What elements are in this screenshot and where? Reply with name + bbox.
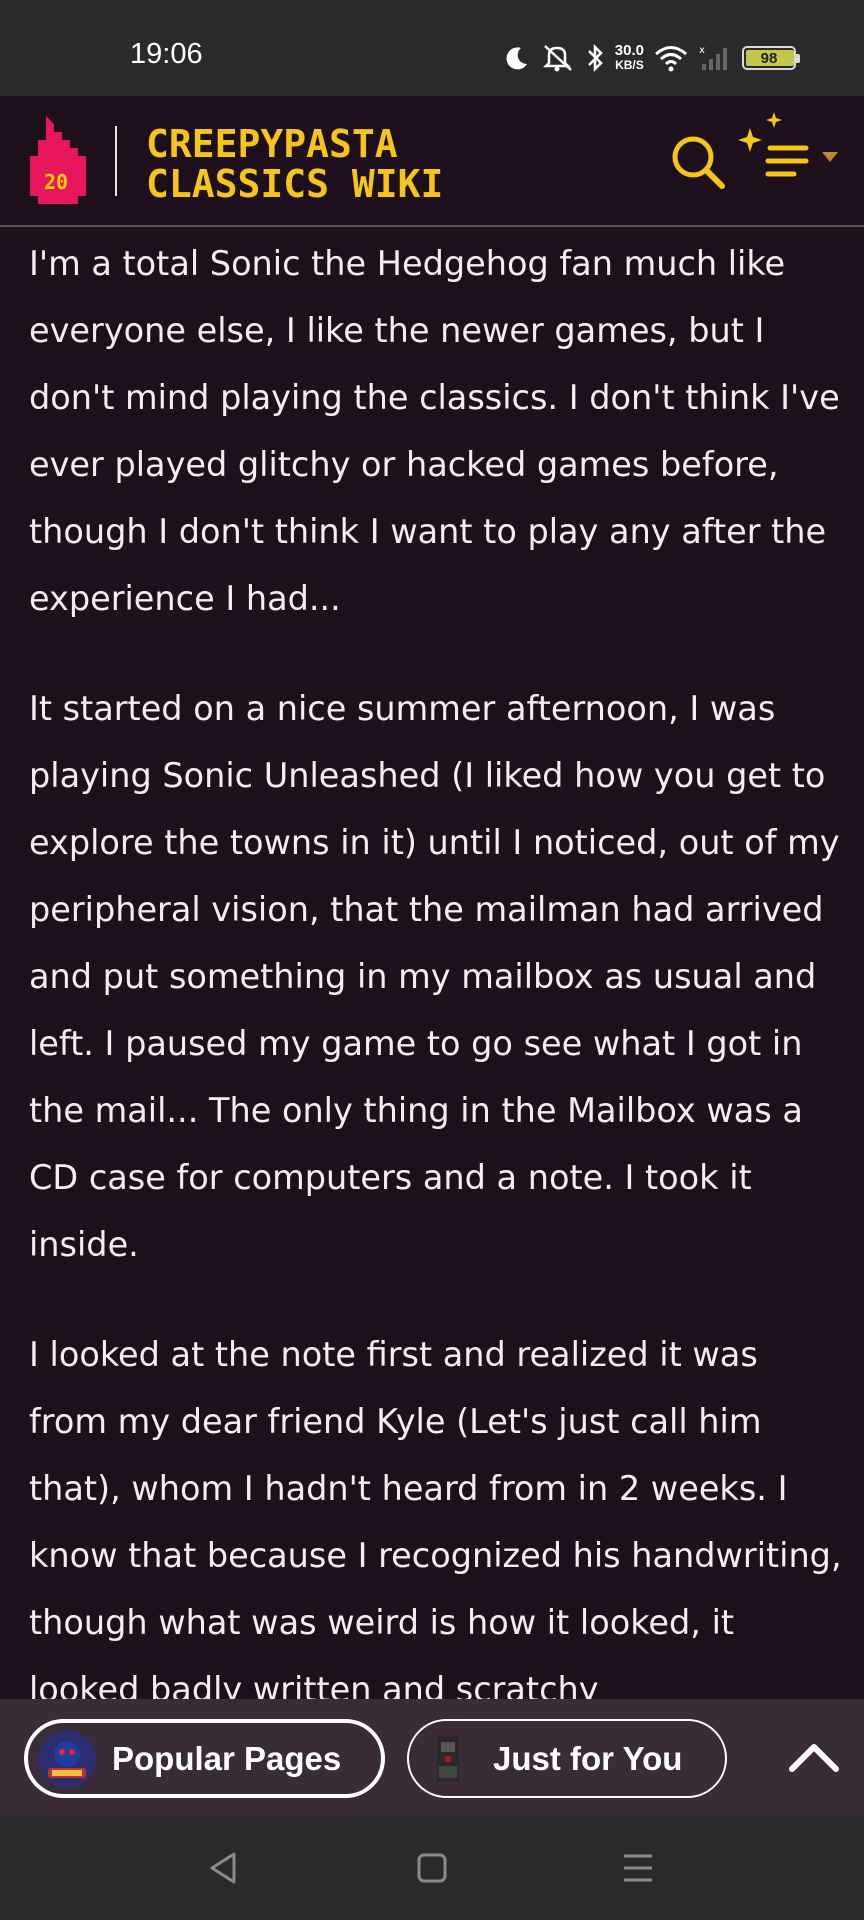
mute-icon [542, 45, 572, 72]
net-speed-value: 30.0 [614, 42, 644, 59]
flame-logo-icon [30, 116, 86, 204]
svg-text:x: x [699, 45, 705, 56]
status-icons: 30.0 KB/S x 98 [503, 38, 800, 78]
article-paragraph: I looked at the note first and realized … [29, 1335, 842, 1709]
popular-pages-label: Popular Pages [112, 1739, 342, 1777]
moon-icon [506, 47, 527, 70]
header-divider [115, 126, 117, 196]
nav-back-button[interactable] [202, 1846, 246, 1890]
search-icon [672, 136, 725, 189]
back-triangle-icon [210, 1852, 236, 1884]
home-square-icon [417, 1853, 447, 1883]
net-speed-unit: KB/S [615, 58, 644, 72]
article-paragraph: I'm a total Sonic the Hedgehog fan much … [29, 244, 840, 618]
wiki-title-line1: CREEPYPASTA [146, 122, 398, 166]
battery-nub [796, 54, 800, 63]
battery-indicator: 98 [742, 46, 800, 70]
scroll-to-top-button[interactable] [784, 1731, 844, 1781]
wiki-title[interactable]: CREEPYPASTA CLASSICS WIKI [146, 124, 443, 204]
wiki-title-line2: CLASSICS WIKI [146, 162, 444, 206]
just-for-you-thumbnail-image [419, 1729, 477, 1788]
battery-level: 98 [760, 49, 778, 67]
sparkle-menu-icon [738, 112, 838, 177]
menu-button[interactable] [734, 112, 844, 192]
wiki-header: 20 CREEPYPASTA CLASSICS WIKI [0, 96, 864, 227]
wifi-icon [655, 46, 687, 72]
bottom-bar: Popular Pages Just for You [0, 1699, 864, 1816]
system-nav-bar [0, 1816, 864, 1920]
wiki-logo[interactable]: 20 [26, 116, 90, 208]
signal-icon: x [699, 45, 727, 70]
just-for-you-thumbnail [419, 1729, 477, 1788]
search-button[interactable] [668, 132, 728, 192]
network-speed: 30.0 KB/S [614, 42, 644, 72]
popular-pages-thumbnail [38, 1729, 96, 1788]
chevron-up-icon [789, 1744, 839, 1772]
recents-menu-icon [624, 1854, 652, 1882]
status-bar: 19:06 30.0 KB/S x 98 [0, 0, 864, 96]
bluetooth-icon [587, 43, 603, 73]
nav-recents-button[interactable] [616, 1846, 660, 1890]
logo-number: 20 [43, 170, 69, 194]
article-body: I'm a total Sonic the Hedgehog fan much … [29, 230, 844, 1766]
just-for-you-label: Just for You [493, 1739, 683, 1777]
popular-pages-button[interactable]: Popular Pages [24, 1719, 385, 1798]
nav-home-button[interactable] [410, 1846, 454, 1890]
article-paragraph: It started on a nice summer afternoon, I… [29, 689, 840, 1264]
status-time: 19:06 [130, 38, 203, 70]
popular-pages-thumbnail-image [38, 1729, 96, 1788]
just-for-you-button[interactable]: Just for You [407, 1719, 727, 1798]
